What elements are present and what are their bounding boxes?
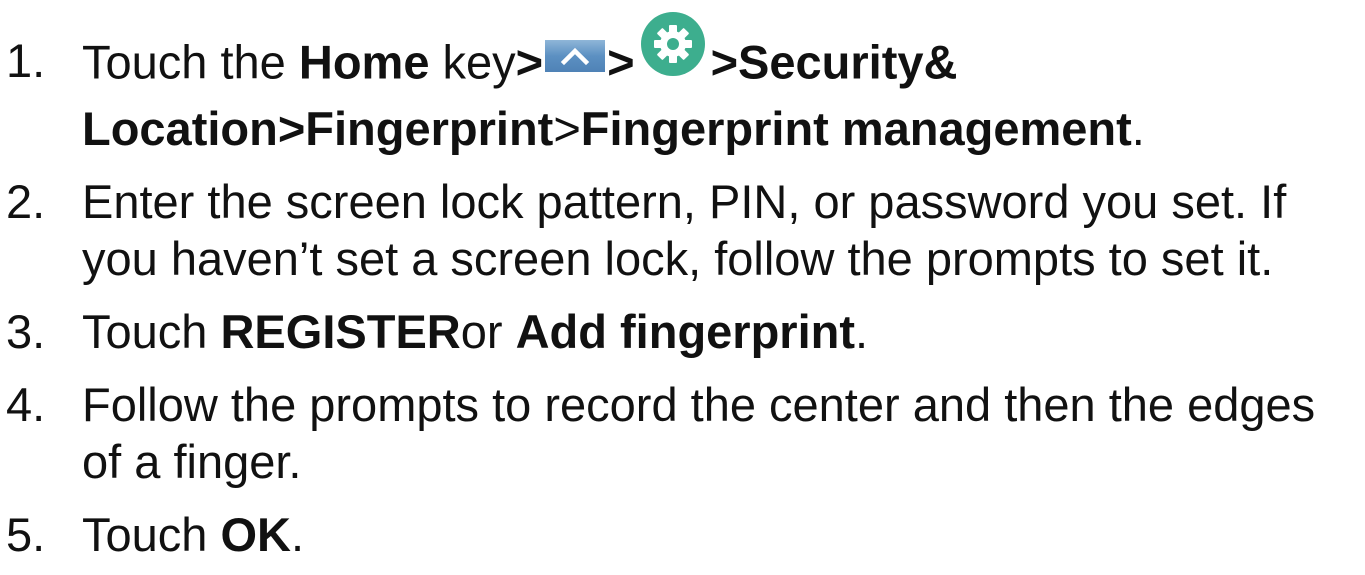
home-key-label: Home	[298, 35, 430, 89]
step-text: Enter the screen lock pattern, PIN, or p…	[82, 175, 1287, 285]
ok-label: OK	[220, 508, 291, 561]
add-fingerprint-label: Add fingerprint	[515, 305, 856, 358]
step-text: .	[1131, 102, 1145, 155]
step-text: .	[855, 305, 869, 358]
step-text: key	[429, 35, 516, 89]
separator: >	[515, 35, 544, 89]
step-text: .	[290, 508, 305, 561]
step-3: 3. Touch REGISTERor Add fingerprint.	[0, 303, 1365, 360]
step-2: 2. Enter the screen lock pattern, PIN, o…	[0, 173, 1365, 287]
step-number: 3.	[6, 305, 46, 358]
step-5: 5. Touch OK.	[0, 506, 1365, 563]
settings-gear-icon	[639, 10, 707, 78]
step-number: 1.	[6, 34, 46, 87]
location-fingerprint-label: Location>Fingerprint	[82, 102, 554, 155]
security-location-label: >Security&	[710, 35, 958, 89]
register-label: REGISTER	[220, 305, 461, 358]
separator: >	[553, 102, 581, 155]
step-text: Follow the prompts to record the center …	[82, 378, 1316, 488]
step-number: 4.	[6, 378, 46, 431]
step-4: 4. Follow the prompts to record the cent…	[0, 376, 1365, 490]
step-text: Touch	[82, 305, 221, 358]
chevron-up-icon	[545, 40, 606, 72]
step-1: 1. Touch the Home key> > >Security& Locati…	[0, 12, 1365, 157]
step-text: Touch the	[82, 35, 299, 89]
step-number: 2.	[6, 175, 46, 228]
fingerprint-management-label: Fingerprint management	[580, 102, 1132, 155]
step-text: Touch	[82, 508, 221, 561]
step-text: or	[460, 305, 516, 358]
instruction-steps: 1. Touch the Home key> > >Security& Locati…	[0, 12, 1365, 563]
separator: >	[607, 35, 635, 89]
step-number: 5.	[6, 508, 46, 561]
